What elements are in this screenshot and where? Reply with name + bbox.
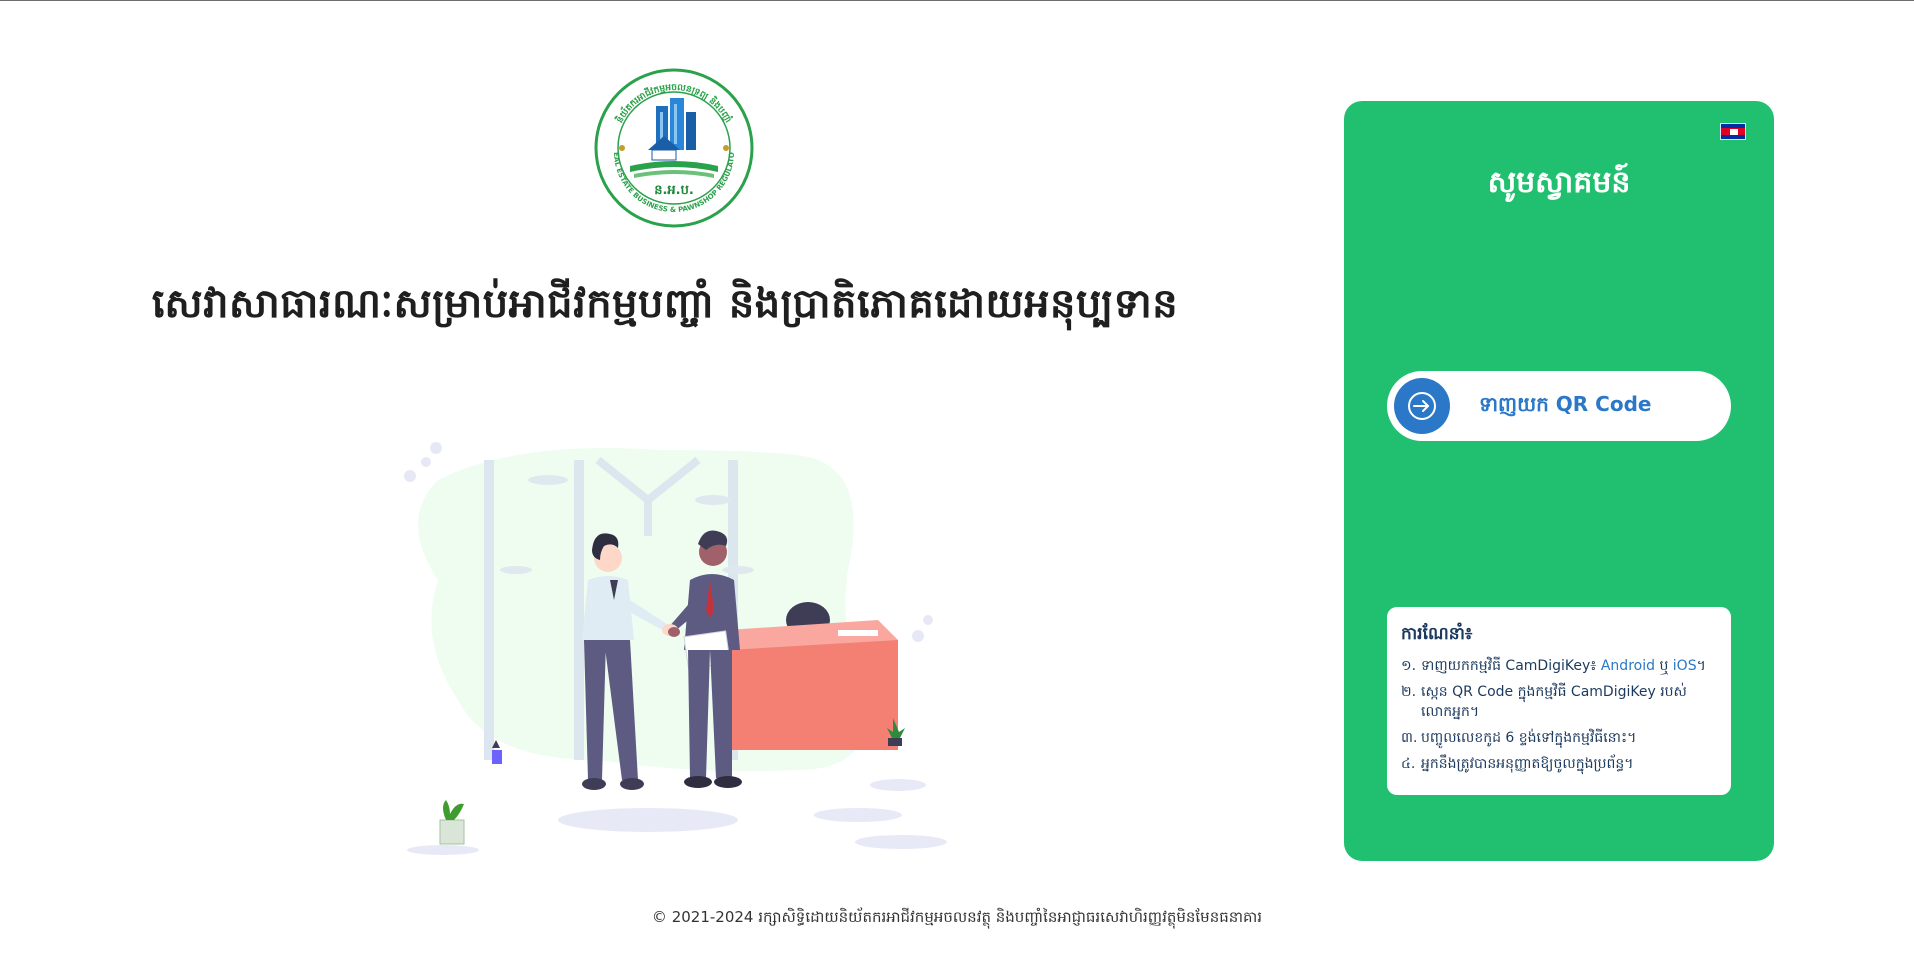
instruction-item: ៤. អ្នកនឹងត្រូវបានអនុញ្ញាតឱ្យចូលក្នុងប្រ… <box>1401 756 1634 772</box>
instructions-heading: ការណែនាំ៖ <box>1401 624 1473 644</box>
get-qr-code-button[interactable]: ទាញយក QR Code <box>1387 371 1731 441</box>
android-link[interactable]: Android <box>1601 658 1655 674</box>
instruction-item: ២. ស្កេន QR Code ក្នុងកម្មវិធី CamDigiKe… <box>1401 684 1687 720</box>
instruction-item: ១. ទាញយកកម្មវិធី CamDigiKey៖ Android ឬ i… <box>1401 658 1706 674</box>
top-border <box>0 0 1914 1</box>
instructions-card: ការណែនាំ៖ ១. ទាញយកកម្មវិធី CamDigiKey៖ A… <box>1387 607 1731 795</box>
language-flag-icon[interactable] <box>1720 123 1746 140</box>
login-panel: សូមស្វាគមន៍ ទាញយក QR Code ការណែនាំ៖ ១. ទ… <box>1344 101 1774 861</box>
handshake-illustration <box>404 442 947 855</box>
instruction-item: ៣. បញ្ចូលលេខកូដ 6 ខ្ទង់ទៅក្នុងកម្មវិធីនោ… <box>1401 730 1637 746</box>
get-qr-code-label: ទាញយក QR Code <box>1479 392 1652 416</box>
ios-link[interactable]: iOS <box>1673 658 1697 674</box>
footer-copyright: © 2021-2024 រក្សាសិទ្ធិដោយនិយ័តករអាជីវកម… <box>651 908 1263 926</box>
welcome-heading: សូមស្វាគមន៍ <box>1487 165 1631 200</box>
logo-abbr: ន.អ.ប. <box>654 183 694 198</box>
regulator-logo: និយ័តករអាជីវកម្មអចលនទ្រព្យ និងបញ្ចាំ REA… <box>594 68 754 228</box>
page-title: សេវាសាធារណៈសម្រាប់អាជីវកម្មបញ្ចាំ និងប្រ… <box>151 280 1179 327</box>
login-arrow-icon <box>1394 378 1450 434</box>
